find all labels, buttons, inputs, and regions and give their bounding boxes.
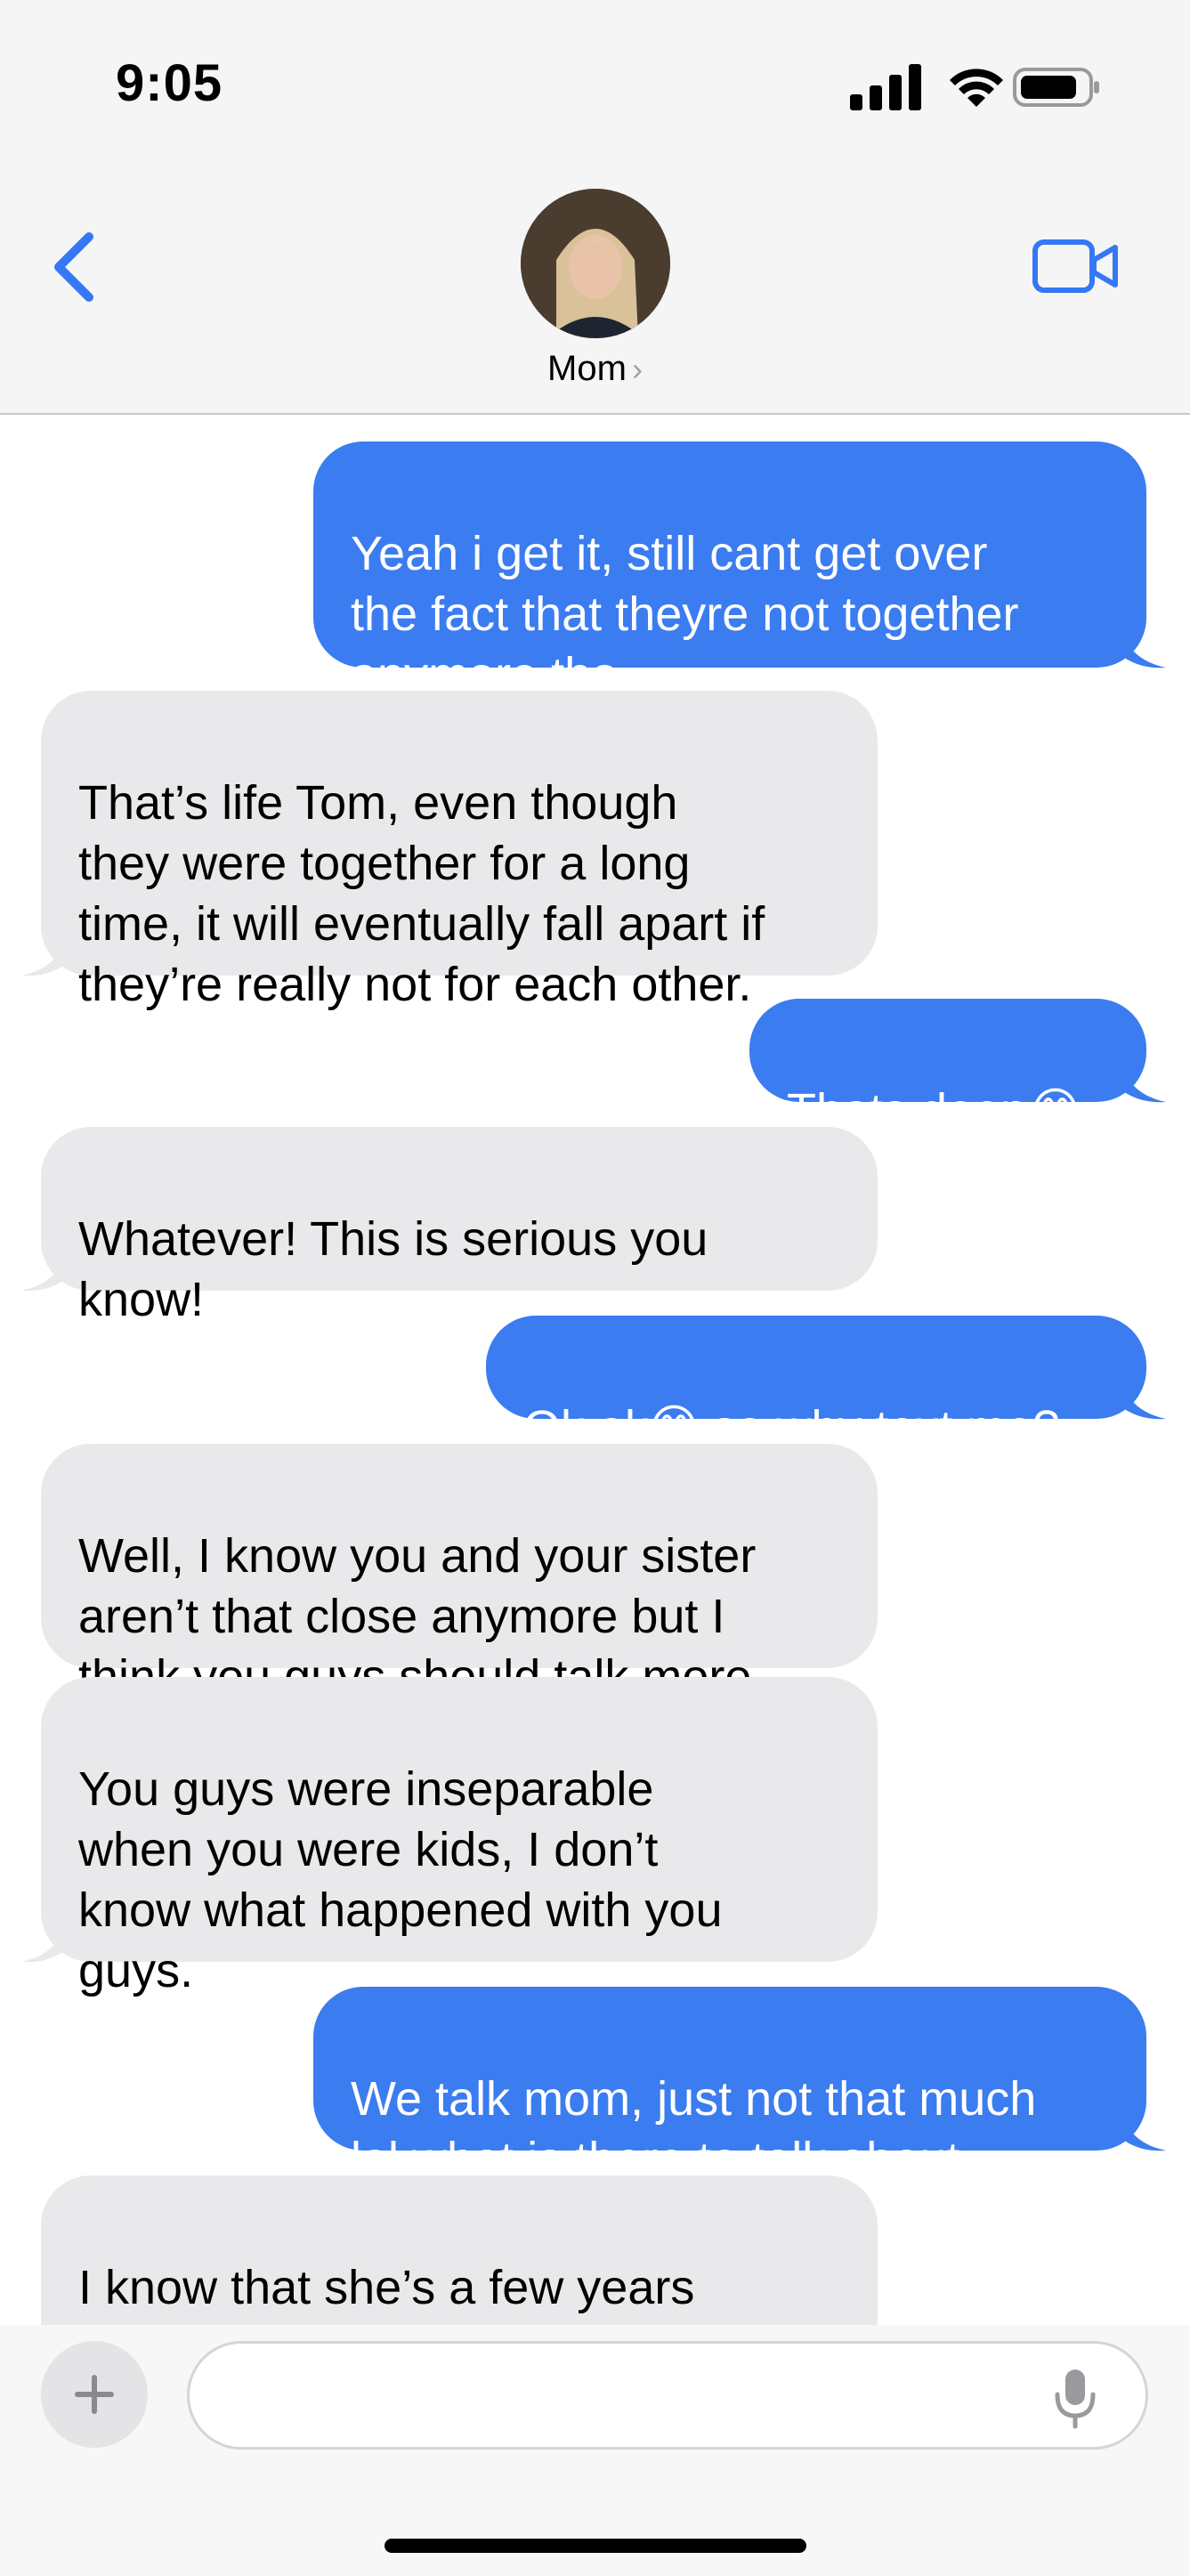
avatar-image <box>521 189 670 338</box>
message-text: Yeah i get it, still cant get over the f… <box>351 527 1019 701</box>
message-bubble-received[interactable]: You guys were inseparable when you were … <box>21 1677 878 1997</box>
message-bubble-sent[interactable]: Thats deep😂 <box>749 999 1166 1138</box>
video-camera-icon[interactable] <box>1032 237 1121 296</box>
message-text: I know that she’s a few years older than… <box>78 2261 738 2325</box>
avatar[interactable] <box>521 189 670 338</box>
message-bubble-sent[interactable]: Ok ok😅 so why text me? <box>486 1316 1166 1454</box>
signal-icon <box>850 64 921 110</box>
status-icons <box>850 62 1190 112</box>
contact-name: Mom <box>547 349 627 388</box>
message-bubble-sent[interactable]: Yeah i get it, still cant get over the f… <box>313 441 1166 701</box>
navigation-header: 9:05 Mom › <box>0 0 1190 415</box>
message-bubble-received[interactable]: I know that she’s a few years older than… <box>41 2175 878 2325</box>
status-time: 9:05 <box>116 54 223 112</box>
message-bubble-received[interactable]: Well, I know you and your sister aren’t … <box>41 1444 878 1704</box>
message-bubble-received[interactable]: Whatever! This is serious you know! <box>21 1127 878 1326</box>
message-text: That’s life Tom, even though they were t… <box>78 776 765 1011</box>
message-input[interactable] <box>187 2341 1148 2450</box>
chevron-left-icon[interactable] <box>43 224 107 310</box>
message-thread[interactable]: Yeah i get it, still cant get over the f… <box>0 415 1190 2325</box>
battery-icon <box>1013 68 1099 107</box>
plus-icon[interactable] <box>41 2341 148 2448</box>
chevron-right-icon: › <box>631 351 643 387</box>
message-bubble-sent[interactable]: We talk mom, just not that much lol what… <box>313 1987 1166 2186</box>
wifi-icon <box>950 69 1003 107</box>
microphone-icon[interactable] <box>1050 2366 1100 2430</box>
message-text: You guys were inseparable when you were … <box>78 1762 723 1997</box>
contact-name-button[interactable]: Mom › <box>0 349 1190 389</box>
home-indicator <box>385 2539 806 2553</box>
message-bubble-received[interactable]: That’s life Tom, even though they were t… <box>21 691 878 1011</box>
message-text: We talk mom, just not that much lol what… <box>351 2072 1037 2186</box>
message-text: Whatever! This is serious you know! <box>78 1212 708 1326</box>
